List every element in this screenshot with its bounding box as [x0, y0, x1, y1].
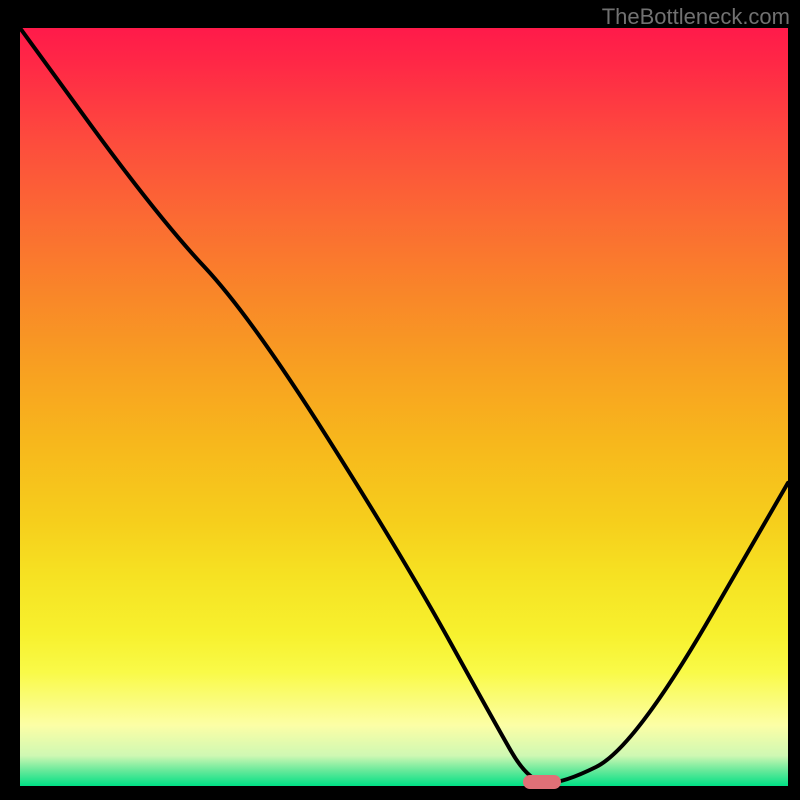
chart-plot-area — [20, 28, 788, 786]
watermark-text: TheBottleneck.com — [602, 4, 790, 30]
curve-path — [20, 28, 788, 783]
bottleneck-curve — [20, 28, 788, 786]
optimal-point-marker — [523, 775, 561, 789]
